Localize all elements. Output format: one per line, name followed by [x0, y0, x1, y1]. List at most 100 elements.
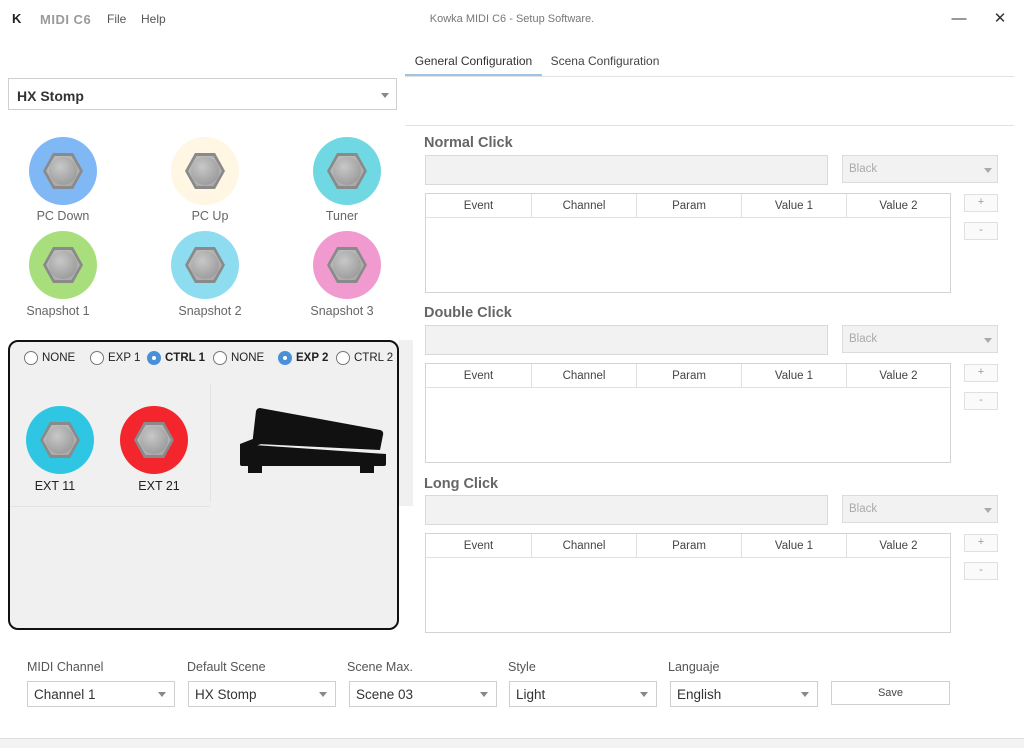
footswitch-label: PC Down	[36, 209, 90, 223]
long-click-color-value: Black	[849, 503, 878, 515]
app-name: MIDI C6	[40, 12, 92, 27]
midi-channel-value: Channel 1	[34, 687, 96, 702]
normal-click-title: Normal Click	[424, 135, 513, 151]
minimize-button[interactable]: —	[947, 8, 971, 30]
title-bar: K MIDI C6 File Help Kowka MIDI C6 - Setu…	[0, 0, 1024, 38]
column-header-value-2: Value 2	[846, 534, 950, 558]
footswitch-pc-up[interactable]	[171, 137, 239, 205]
column-header-value-1: Value 1	[741, 534, 846, 558]
style-select[interactable]: Light	[509, 681, 657, 707]
column-header-event: Event	[426, 534, 531, 558]
save-button[interactable]: Save	[831, 681, 950, 705]
radio-dot-icon	[90, 351, 104, 365]
language-select[interactable]: English	[670, 681, 818, 707]
device-select[interactable]: HX Stomp	[8, 78, 397, 110]
normal-click-add-button[interactable]: +	[964, 194, 998, 212]
default-scene-select[interactable]: HX Stomp	[188, 681, 336, 707]
expression-divider-bottom	[10, 506, 210, 507]
scene-max-label: Scene Max.	[347, 660, 414, 674]
footswitch-pc-down[interactable]	[29, 137, 97, 205]
radio-exp-2[interactable]: EXP 2	[278, 350, 328, 366]
radio-ctrl-1[interactable]: CTRL 1	[147, 350, 205, 366]
scene-max-select[interactable]: Scene 03	[349, 681, 497, 707]
footswitch-label: Snapshot 2	[178, 304, 242, 318]
column-header-param: Param	[636, 534, 741, 558]
menu-help[interactable]: Help	[141, 12, 166, 26]
tab-divider	[405, 76, 1014, 77]
footswitch-label: PC Up	[191, 209, 229, 223]
column-header-event: Event	[426, 194, 531, 218]
radio-dot-icon	[213, 351, 227, 365]
radio-dot-icon	[24, 351, 38, 365]
chevron-down-icon	[984, 338, 992, 343]
footswitch-knob-icon	[191, 251, 219, 279]
double-click-color-select[interactable]: Black	[842, 325, 998, 353]
chevron-down-icon	[158, 692, 166, 697]
device-select-value: HX Stomp	[17, 88, 84, 104]
footswitch-ext-11[interactable]	[26, 406, 94, 474]
long-click-title: Long Click	[424, 476, 499, 492]
expression-divider	[210, 384, 211, 502]
footswitch-knob-icon	[333, 251, 361, 279]
footswitch-snapshot-3[interactable]	[313, 231, 381, 299]
language-label: Languaje	[668, 660, 720, 674]
footswitch-knob-icon	[49, 157, 77, 185]
expression-panel-side	[399, 340, 413, 506]
style-label: Style	[508, 660, 536, 674]
footswitch-label: Tuner	[325, 209, 359, 223]
close-button[interactable]: ✕	[988, 8, 1012, 30]
long-click-add-button[interactable]: +	[964, 534, 998, 552]
footswitch-knob-icon	[140, 426, 168, 454]
footswitch-snapshot-1[interactable]	[29, 231, 97, 299]
column-header-channel: Channel	[531, 194, 636, 218]
radio-dot-icon	[147, 351, 161, 365]
column-header-channel: Channel	[531, 364, 636, 388]
footswitch-knob-icon	[333, 157, 361, 185]
radio-none-1[interactable]: NONE	[24, 350, 75, 366]
long-click-event-table: Event Channel Param Value 1 Value 2	[425, 533, 951, 633]
footswitch-knob-icon	[46, 426, 74, 454]
menu-file[interactable]: File	[107, 12, 126, 26]
expression-panel: NONE EXP 1 CTRL 1 NONE EXP 2 CTRL 2 EXT …	[8, 340, 399, 630]
ext-switch-label: EXT 11	[34, 479, 76, 493]
footswitch-label: Snapshot 3	[310, 304, 374, 318]
chevron-down-icon	[984, 168, 992, 173]
chevron-down-icon	[480, 692, 488, 697]
double-click-name-input[interactable]	[425, 325, 828, 355]
long-click-remove-button[interactable]: -	[964, 562, 998, 580]
section-divider	[405, 125, 1014, 126]
long-click-color-select[interactable]: Black	[842, 495, 998, 523]
double-click-event-table: Event Channel Param Value 1 Value 2	[425, 363, 951, 463]
normal-click-remove-button[interactable]: -	[964, 222, 998, 240]
normal-click-name-input[interactable]	[425, 155, 828, 185]
footswitch-ext-21[interactable]	[120, 406, 188, 474]
default-scene-value: HX Stomp	[195, 687, 257, 702]
double-click-remove-button[interactable]: -	[964, 392, 998, 410]
radio-none-2[interactable]: NONE	[213, 350, 264, 366]
tab-scena-configuration[interactable]: Scena Configuration	[542, 46, 668, 76]
expression-pedal-icon	[240, 408, 386, 473]
footswitch-snapshot-2[interactable]	[171, 231, 239, 299]
style-value: Light	[516, 687, 546, 702]
footswitch-knob-icon	[191, 157, 219, 185]
footswitch-label: Snapshot 1	[26, 304, 90, 318]
tab-general-configuration[interactable]: General Configuration	[405, 46, 542, 76]
footswitch-tuner[interactable]	[313, 137, 381, 205]
long-click-name-input[interactable]	[425, 495, 828, 525]
midi-channel-label: MIDI Channel	[27, 660, 104, 674]
radio-ctrl-2[interactable]: CTRL 2	[336, 350, 393, 366]
double-click-color-value: Black	[849, 333, 878, 345]
default-scene-label: Default Scene	[187, 660, 266, 674]
column-header-channel: Channel	[531, 534, 636, 558]
normal-click-color-select[interactable]: Black	[842, 155, 998, 183]
double-click-add-button[interactable]: +	[964, 364, 998, 382]
normal-click-event-table: Event Channel Param Value 1 Value 2	[425, 193, 951, 293]
language-value: English	[677, 687, 722, 702]
column-header-value-2: Value 2	[846, 364, 950, 388]
radio-exp-1[interactable]: EXP 1	[90, 350, 140, 366]
chevron-down-icon	[640, 692, 648, 697]
midi-channel-select[interactable]: Channel 1	[27, 681, 175, 707]
app-logo: K	[12, 11, 22, 26]
column-header-value-2: Value 2	[846, 194, 950, 218]
column-header-param: Param	[636, 364, 741, 388]
